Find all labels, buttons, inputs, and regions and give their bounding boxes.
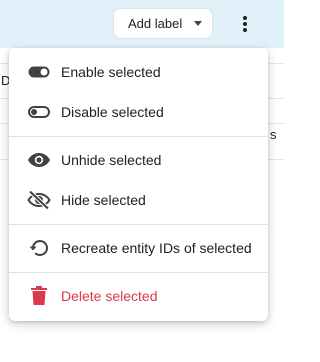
menu-item-label: Disable selected: [61, 104, 164, 120]
toggle-on-icon: [9, 66, 61, 78]
eye-off-icon: [9, 190, 61, 210]
menu-item-label: Unhide selected: [61, 152, 162, 168]
menu-item-label: Enable selected: [61, 64, 161, 80]
menu-item-enable-selected[interactable]: Enable selected: [9, 52, 268, 92]
overflow-menu: Enable selected Disable selected Unhide …: [9, 48, 268, 321]
menu-item-hide-selected[interactable]: Hide selected: [9, 180, 268, 220]
background-text-fragment: s: [270, 127, 277, 142]
menu-item-label: Hide selected: [61, 192, 146, 208]
chevron-down-icon: [194, 21, 202, 26]
menu-item-recreate-entity-ids[interactable]: Recreate entity IDs of selected: [9, 228, 268, 268]
menu-divider: [9, 136, 268, 137]
menu-item-delete-selected[interactable]: Delete selected: [9, 276, 268, 316]
menu-item-unhide-selected[interactable]: Unhide selected: [9, 140, 268, 180]
add-label-text: Add label: [128, 16, 183, 31]
menu-divider: [9, 224, 268, 225]
more-options-button[interactable]: [233, 10, 257, 38]
eye-icon: [9, 151, 61, 169]
top-app-bar: Add label: [0, 0, 284, 48]
menu-divider: [9, 272, 268, 273]
more-vertical-icon: [243, 16, 247, 32]
trash-icon: [9, 286, 61, 306]
menu-item-label: Recreate entity IDs of selected: [61, 240, 252, 256]
restore-icon: [9, 238, 61, 258]
add-label-button[interactable]: Add label: [113, 8, 213, 39]
toggle-off-icon: [9, 106, 61, 118]
menu-item-label: Delete selected: [61, 288, 158, 304]
menu-item-disable-selected[interactable]: Disable selected: [9, 92, 268, 132]
